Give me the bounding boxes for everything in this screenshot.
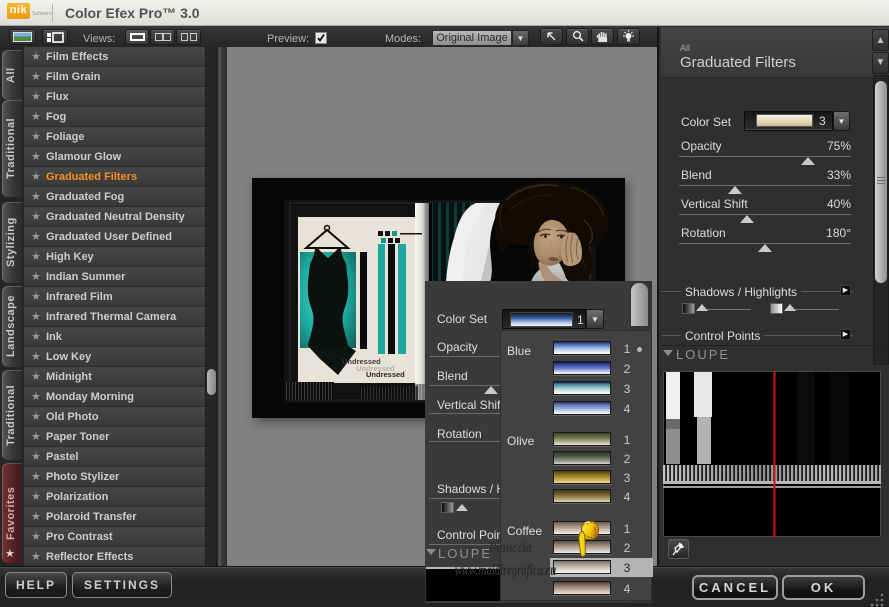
svg-text:Undressed: Undressed <box>366 370 405 379</box>
